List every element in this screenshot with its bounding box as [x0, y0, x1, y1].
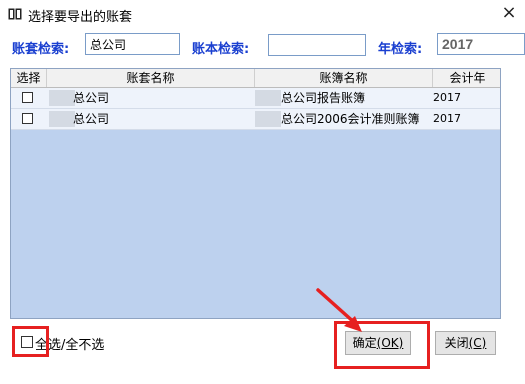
- redacted-region: [49, 111, 75, 127]
- window-title: 选择要导出的账套: [28, 10, 133, 25]
- table-row[interactable]: 总公司 总公司报告账簿 2017: [11, 88, 500, 109]
- year-search-label: 年检索:: [378, 42, 423, 57]
- annotation-arrow-icon: [316, 288, 362, 332]
- header-fiscal-year[interactable]: 会计年: [433, 69, 500, 87]
- year-search-input[interactable]: [437, 33, 525, 55]
- book-icon: [8, 8, 22, 20]
- close-button[interactable]: 关闭(C): [435, 331, 496, 355]
- row-checkbox[interactable]: [22, 92, 33, 103]
- row-account-set-name: 总公司: [73, 112, 110, 126]
- header-account-set-name[interactable]: 账套名称: [47, 69, 255, 87]
- row-account-set-name: 总公司: [73, 91, 110, 105]
- header-select[interactable]: 选择: [11, 69, 47, 87]
- account-set-search-input[interactable]: [85, 33, 180, 55]
- account-set-search-label: 账套检索:: [12, 42, 70, 57]
- redacted-region: [255, 111, 281, 127]
- table-header: 选择 账套名称 账簿名称 会计年: [11, 69, 500, 88]
- row-checkbox[interactable]: [22, 113, 33, 124]
- title-bar: 选择要导出的账套 ×: [0, 0, 525, 28]
- row-ledger-name: 总公司报告账簿: [281, 91, 366, 105]
- header-ledger-name[interactable]: 账簿名称: [255, 69, 433, 87]
- redacted-region: [49, 90, 75, 106]
- table-row[interactable]: 总公司 总公司2006会计准则账簿 2017: [11, 109, 500, 130]
- highlight-box-select-all: [12, 326, 49, 357]
- account-set-table: 选择 账套名称 账簿名称 会计年 总公司 总公司报告账簿 2017 总公司 总公…: [10, 68, 501, 319]
- close-icon[interactable]: ×: [499, 3, 519, 23]
- close-button-key: (C): [468, 336, 487, 350]
- row-ledger-name: 总公司2006会计准则账簿: [281, 112, 420, 126]
- close-button-label: 关闭: [444, 336, 469, 350]
- row-fiscal-year: 2017: [433, 112, 461, 125]
- redacted-region: [255, 90, 281, 106]
- ledger-search-label: 账本检索:: [192, 42, 250, 57]
- ledger-search-input[interactable]: [268, 34, 366, 56]
- row-fiscal-year: 2017: [433, 91, 461, 104]
